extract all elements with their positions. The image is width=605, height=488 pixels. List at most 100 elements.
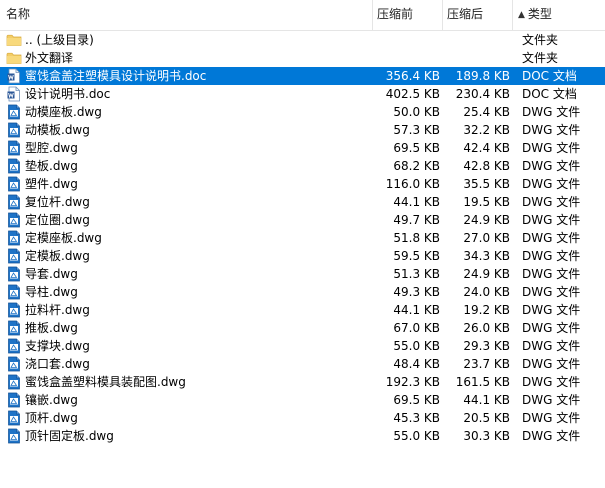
- file-row[interactable]: 浇口套.dwg 48.4 KB 23.7 KB DWG 文件: [0, 355, 605, 373]
- file-name: 浇口套.dwg: [25, 357, 90, 371]
- file-row[interactable]: 镶嵌.dwg 69.5 KB 44.1 KB DWG 文件: [0, 391, 605, 409]
- file-row[interactable]: 定模座板.dwg 51.8 KB 27.0 KB DWG 文件: [0, 229, 605, 247]
- file-size: 20.5 KB: [463, 411, 510, 425]
- file-type: DWG 文件: [522, 339, 581, 353]
- file-row[interactable]: 导套.dwg 51.3 KB 24.9 KB DWG 文件: [0, 265, 605, 283]
- file-row[interactable]: 支撑块.dwg 55.0 KB 29.3 KB DWG 文件: [0, 337, 605, 355]
- dwg-file-icon: [6, 212, 22, 228]
- file-type: DWG 文件: [522, 105, 581, 119]
- file-row[interactable]: 型腔.dwg 69.5 KB 42.4 KB DWG 文件: [0, 139, 605, 157]
- file-packed-size: 44.1 KB: [393, 303, 440, 317]
- column-header-type-label: 类型: [527, 7, 552, 21]
- file-packed-size: 67.0 KB: [393, 321, 440, 335]
- file-name: 塑件.dwg: [25, 177, 78, 191]
- dwg-file-icon: [6, 194, 22, 210]
- file-size: 24.0 KB: [463, 285, 510, 299]
- file-type: DWG 文件: [522, 267, 581, 281]
- file-name: 顶杆.dwg: [25, 411, 78, 425]
- file-size: 19.5 KB: [463, 195, 510, 209]
- file-size: 161.5 KB: [455, 375, 510, 389]
- file-packed-size: 68.2 KB: [393, 159, 440, 173]
- file-type: DWG 文件: [522, 213, 581, 227]
- file-row[interactable]: 定模板.dwg 59.5 KB 34.3 KB DWG 文件: [0, 247, 605, 265]
- file-packed-size: 48.4 KB: [393, 357, 440, 371]
- file-size: 27.0 KB: [463, 231, 510, 245]
- file-name: 复位杆.dwg: [25, 195, 90, 209]
- file-type: DWG 文件: [522, 249, 581, 263]
- file-size: 29.3 KB: [463, 339, 510, 353]
- file-size: 42.8 KB: [463, 159, 510, 173]
- file-name: 支撑块.dwg: [25, 339, 90, 353]
- file-row[interactable]: 定位圈.dwg 49.7 KB 24.9 KB DWG 文件: [0, 211, 605, 229]
- file-packed-size: 45.3 KB: [393, 411, 440, 425]
- file-row[interactable]: 塑件.dwg 116.0 KB 35.5 KB DWG 文件: [0, 175, 605, 193]
- file-packed-size: 44.1 KB: [393, 195, 440, 209]
- file-name: 设计说明书.doc: [25, 87, 111, 101]
- file-row[interactable]: 外文翻译 文件夹: [0, 49, 605, 67]
- file-name: 导套.dwg: [25, 267, 78, 281]
- dwg-file-icon: [6, 410, 22, 426]
- file-packed-size: 69.5 KB: [393, 393, 440, 407]
- file-name: 型腔.dwg: [25, 141, 78, 155]
- file-row[interactable]: 垫板.dwg 68.2 KB 42.8 KB DWG 文件: [0, 157, 605, 175]
- column-header-type[interactable]: ▲ 类型: [512, 0, 605, 30]
- file-name: 定位圈.dwg: [25, 213, 90, 227]
- dwg-file-icon: [6, 230, 22, 246]
- dwg-file-icon: [6, 284, 22, 300]
- file-packed-size: [372, 31, 440, 49]
- file-type: DOC 文档: [522, 87, 577, 101]
- file-packed-size: 51.8 KB: [393, 231, 440, 245]
- file-row[interactable]: 设计说明书.doc 402.5 KB 230.4 KB DOC 文档: [0, 85, 605, 103]
- file-type: DWG 文件: [522, 195, 581, 209]
- file-row[interactable]: 顶杆.dwg 45.3 KB 20.5 KB DWG 文件: [0, 409, 605, 427]
- file-size: 42.4 KB: [463, 141, 510, 155]
- file-type: DWG 文件: [522, 375, 581, 389]
- file-size: 189.8 KB: [455, 69, 510, 83]
- file-type: 文件夹: [522, 33, 559, 47]
- file-row[interactable]: 蜜饯盒盖注塑模具设计说明书.doc 356.4 KB 189.8 KB DOC 文档: [0, 67, 605, 85]
- file-type: DWG 文件: [522, 159, 581, 173]
- dwg-file-icon: [6, 140, 22, 156]
- column-header-size[interactable]: 压缩后: [442, 0, 512, 30]
- file-type: DWG 文件: [522, 393, 581, 407]
- file-type: DOC 文档: [522, 69, 577, 83]
- file-size: 23.7 KB: [463, 357, 510, 371]
- dwg-file-icon: [6, 248, 22, 264]
- column-header-name[interactable]: 名称: [0, 0, 372, 30]
- file-size: 30.3 KB: [463, 429, 510, 443]
- file-row[interactable]: .. (上级目录) 文件夹: [0, 31, 605, 49]
- file-type: DWG 文件: [522, 141, 581, 155]
- file-row[interactable]: 推板.dwg 67.0 KB 26.0 KB DWG 文件: [0, 319, 605, 337]
- file-name: 导柱.dwg: [25, 285, 78, 299]
- file-row[interactable]: 动模座板.dwg 50.0 KB 25.4 KB DWG 文件: [0, 103, 605, 121]
- file-row[interactable]: 拉料杆.dwg 44.1 KB 19.2 KB DWG 文件: [0, 301, 605, 319]
- file-name: 动模板.dwg: [25, 123, 90, 137]
- file-row[interactable]: 顶针固定板.dwg 55.0 KB 30.3 KB DWG 文件: [0, 427, 605, 445]
- dwg-file-icon: [6, 122, 22, 138]
- dwg-file-icon: [6, 338, 22, 354]
- file-type: 文件夹: [522, 51, 559, 65]
- folder-icon: [6, 32, 22, 48]
- file-name: 蜜饯盒盖注塑模具设计说明书.doc: [25, 69, 207, 83]
- dwg-file-icon: [6, 428, 22, 444]
- file-name: 定模板.dwg: [25, 249, 90, 263]
- file-row[interactable]: 复位杆.dwg 44.1 KB 19.5 KB DWG 文件: [0, 193, 605, 211]
- file-row[interactable]: 导柱.dwg 49.3 KB 24.0 KB DWG 文件: [0, 283, 605, 301]
- column-header-packed-size[interactable]: 压缩前: [372, 0, 442, 30]
- dwg-file-icon: [6, 104, 22, 120]
- file-type: DWG 文件: [522, 411, 581, 425]
- file-name: 蜜饯盒盖塑料模具装配图.dwg: [25, 375, 186, 389]
- file-packed-size: 402.5 KB: [385, 87, 440, 101]
- file-name: 定模座板.dwg: [25, 231, 102, 245]
- file-packed-size: 50.0 KB: [393, 105, 440, 119]
- file-name: 顶针固定板.dwg: [25, 429, 114, 443]
- file-size: 35.5 KB: [463, 177, 510, 191]
- file-name: 镶嵌.dwg: [25, 393, 78, 407]
- column-header-bar: 名称 压缩前 压缩后 ▲ 类型: [0, 0, 605, 31]
- file-name: .. (上级目录): [25, 33, 94, 47]
- dwg-file-icon: [6, 158, 22, 174]
- file-name: 推板.dwg: [25, 321, 78, 335]
- file-packed-size: 55.0 KB: [393, 339, 440, 353]
- file-row[interactable]: 蜜饯盒盖塑料模具装配图.dwg 192.3 KB 161.5 KB DWG 文件: [0, 373, 605, 391]
- file-row[interactable]: 动模板.dwg 57.3 KB 32.2 KB DWG 文件: [0, 121, 605, 139]
